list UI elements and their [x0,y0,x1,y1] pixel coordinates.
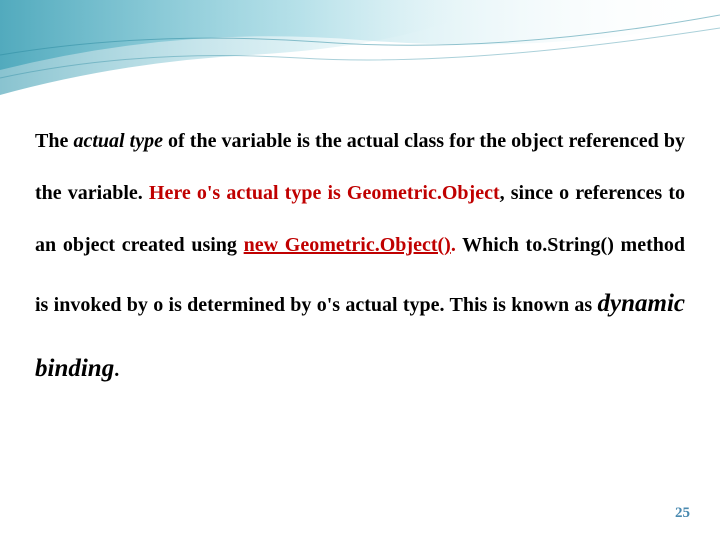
text-segment: . [114,359,119,381]
text-segment: . [451,234,462,256]
text-segment: The [35,130,73,152]
actual-type-phrase: actual type [73,130,163,152]
code-reference: new Geometric.Object() [244,234,451,256]
red-emphasis: Here o's actual type is Geometric.Object [149,182,500,204]
page-number: 25 [675,505,690,522]
slide-paragraph: The actual type of the variable is the a… [35,115,685,401]
decorative-wave [0,0,720,120]
